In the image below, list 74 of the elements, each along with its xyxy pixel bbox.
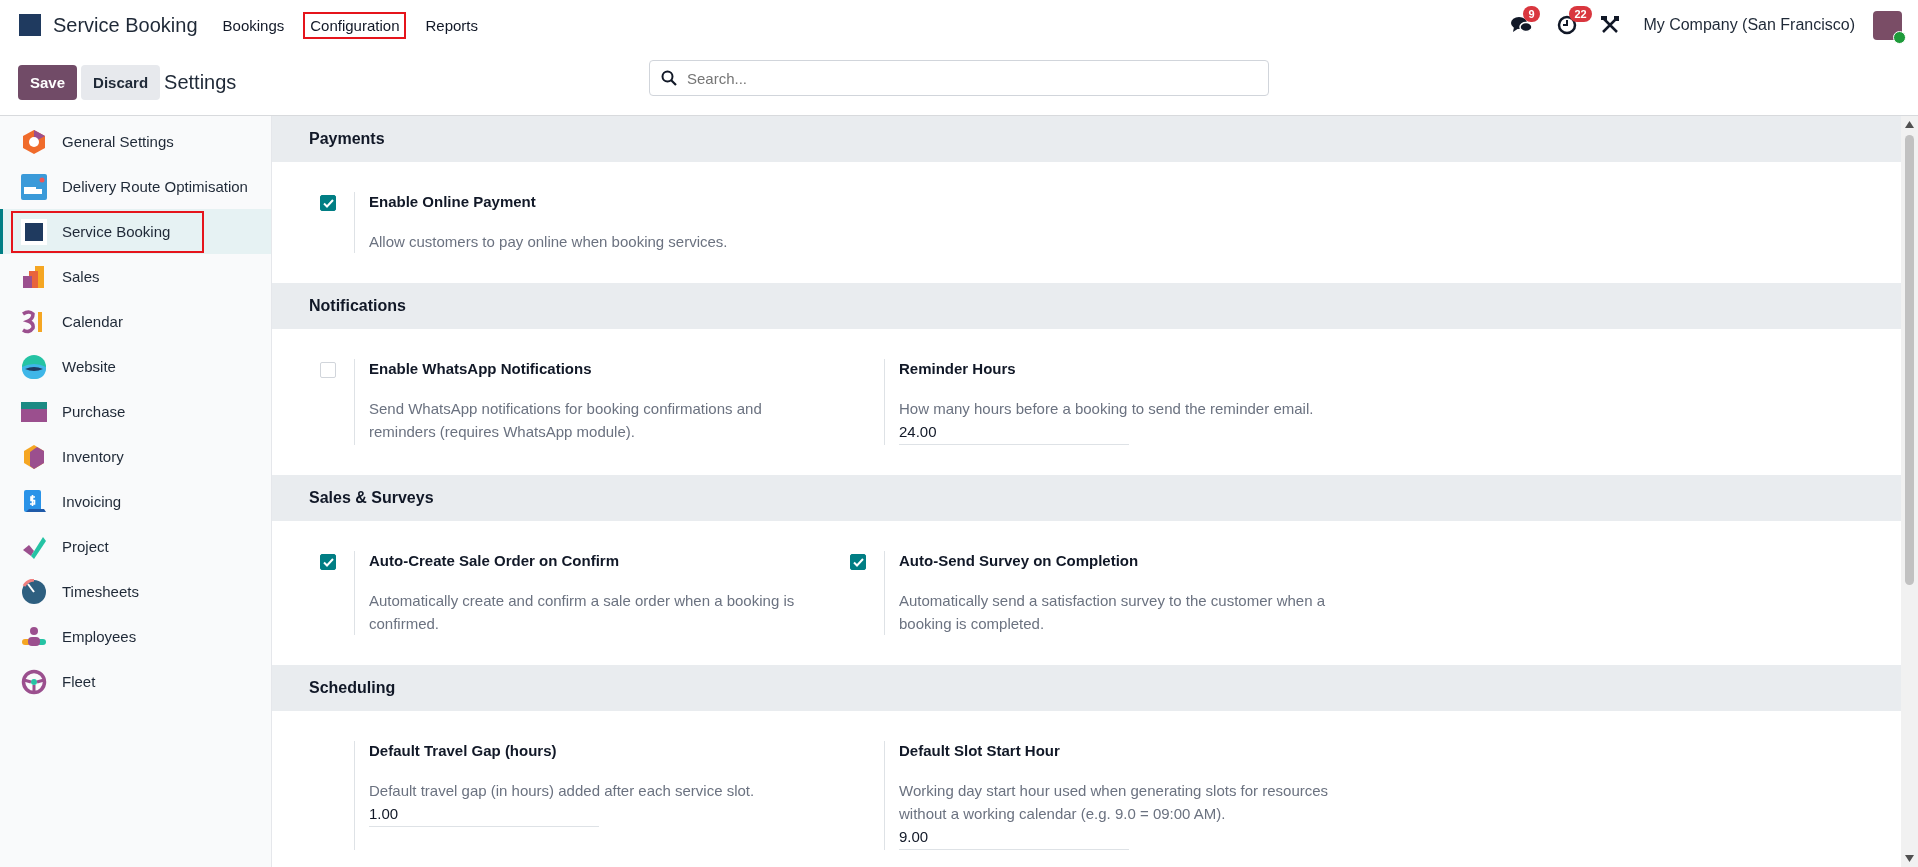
sidebar-item[interactable]: Timesheets [0,569,271,614]
input-field[interactable]: 24.00 [899,421,1129,445]
discard-button[interactable]: Discard [81,65,161,100]
sidebar-item-label: Project [62,538,109,555]
setting-title: Default Slot Start Hour [899,741,1061,761]
sidebar-item[interactable]: Employees [0,614,271,659]
hexagon-icon [21,128,47,155]
search-field[interactable]: Search... [649,60,1269,96]
setting-title: Auto-Create Sale Order on Confirm [369,551,621,571]
checkbox[interactable] [850,554,866,570]
menu-item[interactable]: Reports [418,11,485,39]
setting-description: Automatically send a satisfaction survey to the customer when a booking is completed. [899,591,1327,634]
sidebar-item[interactable]: Sales [0,254,271,299]
activity-count-badge: 22 [1569,6,1592,22]
scrollbar[interactable] [1901,116,1918,867]
save-button[interactable]: Save [18,65,78,100]
sidebar-item[interactable]: Website [0,344,271,389]
page-title: Settings [164,71,237,94]
section-header: Notifications [272,283,1901,329]
scroll-up-icon[interactable] [1905,121,1914,128]
sidebar-item-label: Employees [62,628,137,645]
sidebar-item-label: Fleet [62,673,96,690]
company-switcher[interactable]: My Company (San Francisco) [1643,16,1855,34]
sidebar-item[interactable]: Fleet [0,659,271,704]
square-icon [21,218,47,245]
setting-description: Working day start hour used when generating slots for resources without a working calendar (e.g. 9.0 = 09:00 AM). [899,781,1330,824]
message-count-badge: 9 [1523,6,1540,22]
sidebar-item[interactable]: Calendar [0,299,271,344]
sidebar-item-label: General Settings [62,133,174,150]
box-icon [21,443,47,470]
sidebar-item-label: Website [62,358,116,375]
setting-description: Send WhatsApp notifications for booking confirmations and reminders (requires WhatsApp module). [369,399,763,442]
sidebar-item[interactable]: General Settings [0,119,271,164]
checkbox[interactable] [320,195,336,211]
menu-item[interactable]: Bookings [215,11,292,39]
setting-title: Default Travel Gap (hours) [369,741,558,761]
sidebar-item-label: Timesheets [62,583,139,600]
invoice-icon [21,488,47,515]
truck-icon [21,173,47,200]
sidebar-item[interactable]: Project [0,524,271,569]
setting-description: Default travel gap (in hours) added after each service slot. [369,781,756,801]
input-field[interactable]: 1.00 [369,803,599,827]
setting-title: Auto-Send Survey on Completion [899,551,1140,571]
sidebar-item-label: Delivery Route Optimisation [62,178,248,195]
setting-description: Allow customers to pay online when booking services. [369,232,729,252]
section-header: Payments [272,116,1901,162]
setting-title: Enable WhatsApp Notifications [369,359,593,379]
search-icon [661,70,677,86]
sidebar-item[interactable]: Purchase [0,389,271,434]
steering-wheel-icon [21,668,47,695]
globe-icon [21,353,47,380]
sidebar-item-label: Calendar [62,313,123,330]
bar-chart-icon [21,263,47,290]
sidebar-item-label: Purchase [62,403,126,420]
sidebar-item[interactable]: Service Booking [0,209,271,254]
setting-description: Automatically create and confirm a sale order when a booking is confirmed. [369,591,796,634]
scroll-down-icon[interactable] [1905,855,1914,862]
input-field[interactable]: 9.00 [899,826,1129,850]
section-header: Sales & Surveys [272,475,1901,521]
sidebar-item[interactable]: Inventory [0,434,271,479]
checkbox[interactable] [320,554,336,570]
app-name[interactable]: Service Booking [53,13,198,37]
sidebar-item[interactable]: Delivery Route Optimisation [0,164,271,209]
menu-item[interactable]: Configuration [303,11,407,39]
setting-title: Reminder Hours [899,359,1017,379]
setting-description: How many hours before a booking to send the reminder email. [899,399,1315,419]
section-header: Scheduling [272,665,1901,711]
sidebar-item-label: Service Booking [62,223,171,240]
sidebar-item[interactable]: Invoicing [0,479,271,524]
sidebar-item-label: Inventory [62,448,124,465]
sidebar-item-label: Sales [62,268,100,285]
sidebar-item-label: Invoicing [62,493,122,510]
setting-title: Enable Online Payment [369,192,537,212]
dial-icon [21,578,47,605]
